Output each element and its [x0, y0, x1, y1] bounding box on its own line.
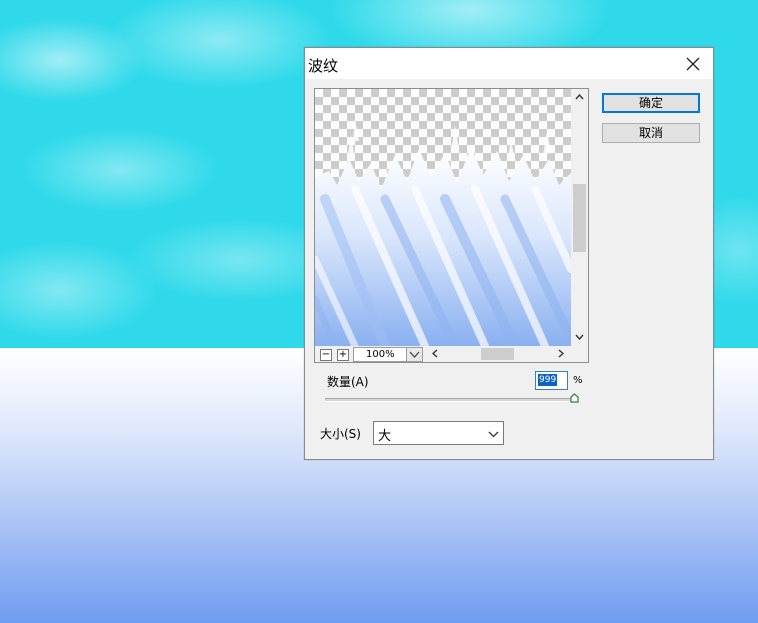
vertical-scroll-thumb[interactable] [573, 184, 586, 252]
size-label: 大小(S) [320, 427, 361, 441]
zoom-dropdown-icon[interactable] [406, 348, 422, 361]
amount-slider-thumb[interactable] [570, 392, 579, 403]
cancel-button[interactable]: 取消 [602, 123, 700, 143]
preview-vertical-scrollbar[interactable] [571, 89, 588, 346]
close-button[interactable] [673, 48, 713, 79]
scroll-left-icon[interactable] [431, 349, 438, 361]
preview-panel: − + 100% [314, 88, 589, 363]
scroll-right-icon[interactable] [558, 349, 565, 361]
scroll-up-icon[interactable] [575, 93, 584, 103]
preview-bottom-bar: − + 100% [315, 346, 588, 362]
amount-unit: % [573, 375, 583, 386]
amount-label: 数量(A) [327, 375, 369, 389]
close-icon [686, 57, 700, 70]
amount-input[interactable]: 999 [535, 371, 568, 390]
dialog-titlebar: 波纹 [305, 48, 713, 79]
horizontal-scroll-thumb[interactable] [481, 348, 514, 360]
scroll-down-icon[interactable] [575, 333, 584, 343]
zoom-value: 100% [366, 349, 395, 360]
size-select[interactable]: 大 [373, 421, 504, 445]
ok-button[interactable]: 确定 [602, 93, 700, 113]
ripple-preview-image [315, 119, 571, 346]
amount-slider-track[interactable] [325, 398, 575, 402]
size-value: 大 [378, 429, 392, 444]
zoom-in-button[interactable]: + [337, 349, 349, 361]
preview-canvas[interactable] [315, 89, 571, 346]
zoom-select[interactable]: 100% [353, 347, 423, 362]
dialog-title: 波纹 [308, 57, 339, 75]
zoom-out-button[interactable]: − [320, 349, 332, 361]
ripple-dialog: 波纹 − + 100% 数量(A) 999 % 大小(S) 大 确定 取消 [304, 47, 714, 460]
amount-value: 999 [538, 374, 558, 386]
chevron-down-icon [488, 427, 499, 441]
